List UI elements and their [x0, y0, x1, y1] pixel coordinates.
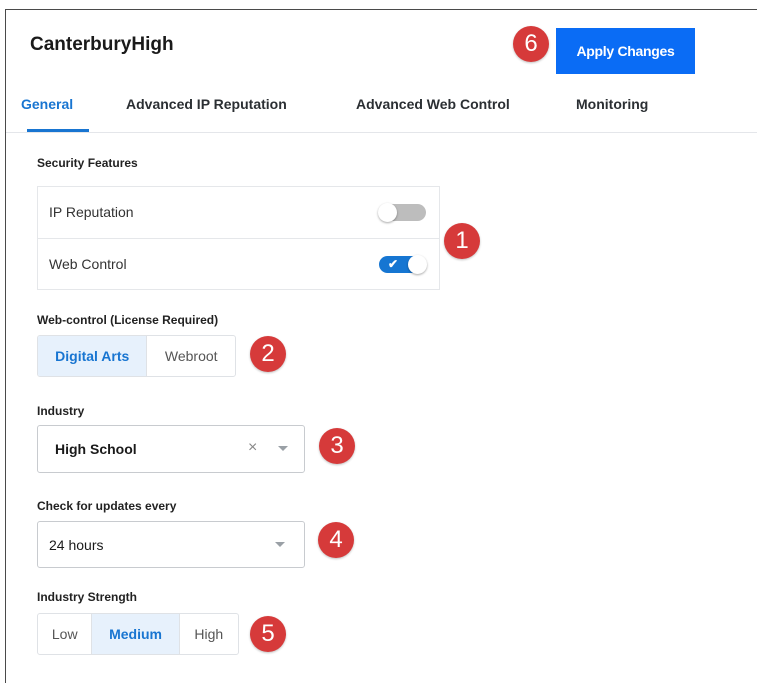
callout-3: 3 — [319, 428, 355, 464]
check-icon: ✔ — [388, 257, 399, 271]
feature-row-web-control: Web Control ✔ — [38, 238, 439, 289]
toggle-knob — [408, 255, 427, 274]
apply-changes-button[interactable]: Apply Changes — [556, 28, 695, 74]
tab-bar: General Advanced IP Reputation Advanced … — [6, 84, 757, 133]
industry-heading: Industry — [37, 404, 85, 418]
callout-6: 6 — [513, 26, 549, 62]
callout-2: 2 — [250, 336, 286, 372]
option-low[interactable]: Low — [38, 614, 93, 654]
update-interval-select[interactable]: 24 hours — [37, 521, 305, 568]
option-digital-arts[interactable]: Digital Arts — [38, 336, 148, 376]
tab-advanced-web-control[interactable]: Advanced Web Control — [356, 96, 510, 112]
industry-strength-selector: Low Medium High — [37, 613, 239, 655]
industry-select[interactable]: High School × — [37, 425, 305, 473]
chevron-down-icon[interactable] — [278, 446, 288, 451]
webcontrol-provider-selector: Digital Arts Webroot — [37, 335, 236, 377]
feature-label: IP Reputation — [49, 204, 134, 220]
callout-4: 4 — [318, 522, 354, 558]
frame-border-top — [5, 9, 757, 10]
update-interval-value: 24 hours — [49, 537, 104, 553]
webcontrol-heading: Web-control (License Required) — [37, 313, 219, 327]
security-features-panel: IP Reputation Web Control ✔ — [37, 186, 440, 290]
option-medium[interactable]: Medium — [92, 614, 180, 654]
feature-row-ip-reputation: IP Reputation — [38, 187, 439, 237]
tab-advanced-ip-reputation[interactable]: Advanced IP Reputation — [126, 96, 287, 112]
option-webroot[interactable]: Webroot — [147, 336, 235, 376]
updates-heading: Check for updates every — [37, 499, 177, 513]
feature-label: Web Control — [49, 256, 127, 272]
page-title: CanterburyHigh — [30, 34, 174, 55]
clear-icon[interactable]: × — [248, 439, 257, 457]
security-features-heading: Security Features — [37, 156, 138, 170]
strength-heading: Industry Strength — [37, 590, 138, 604]
ip-reputation-toggle[interactable] — [378, 203, 426, 222]
active-tab-indicator — [27, 129, 89, 132]
web-control-toggle[interactable]: ✔ — [379, 255, 427, 274]
option-high[interactable]: High — [180, 614, 238, 654]
tab-monitoring[interactable]: Monitoring — [576, 96, 648, 112]
chevron-down-icon[interactable] — [275, 542, 285, 547]
callout-1: 1 — [444, 223, 480, 259]
toggle-knob — [378, 203, 397, 222]
tab-general[interactable]: General — [21, 96, 73, 112]
industry-value: High School — [55, 441, 137, 457]
callout-5: 5 — [250, 616, 286, 652]
